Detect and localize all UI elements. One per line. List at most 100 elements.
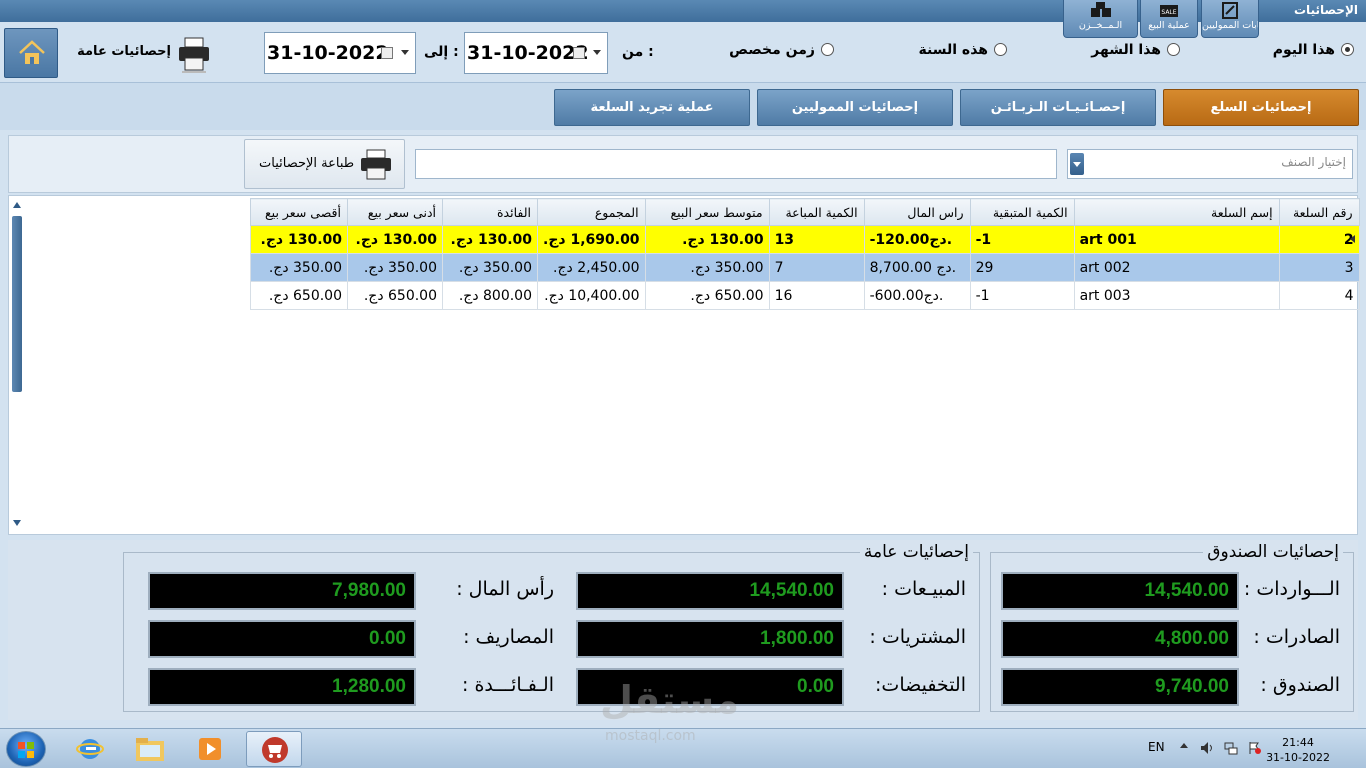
cell-profit: 800.00 دج.: [442, 281, 538, 310]
taskbar-explorer[interactable]: [122, 731, 178, 767]
tab-items-stats[interactable]: إحصائيات السلع: [1163, 89, 1359, 126]
home-icon: [19, 40, 45, 64]
action-center-icon[interactable]: [1248, 741, 1262, 755]
radio-icon: [821, 43, 834, 56]
cell-name: art 003: [1073, 281, 1280, 310]
scroll-thumb[interactable]: [12, 216, 22, 392]
date-from-value: 31-10-2022: [467, 42, 589, 64]
cell-sold: 16: [768, 281, 865, 310]
radio-icon: [994, 43, 1007, 56]
volume-icon[interactable]: [1200, 741, 1214, 755]
general-stats-print-button[interactable]: إحصائيات عامة: [77, 36, 215, 76]
cell-capital: -120.00دج.: [863, 225, 971, 254]
period-today-radio[interactable]: هذا اليوم: [1273, 42, 1354, 60]
cell-remaining: -1: [969, 281, 1075, 310]
purchases-label: المشتريات :: [869, 626, 966, 648]
col-total[interactable]: المجموع: [537, 198, 646, 226]
print-stats-button[interactable]: طباعة الإحصائيات: [244, 139, 405, 189]
home-button[interactable]: [4, 28, 58, 78]
tab-suppliers-stats[interactable]: إحصائيات المموليين: [757, 89, 953, 126]
col-remaining-qty[interactable]: الكمية المتبقية: [969, 198, 1075, 226]
cell-max-price: 350.00 دج.: [250, 253, 348, 282]
ledger-icon: [1218, 2, 1242, 20]
expenses-label: المصاريف :: [463, 626, 554, 648]
col-sold-qty[interactable]: الكمية المباعة: [768, 198, 865, 226]
capital-label: رأس المال :: [456, 578, 554, 600]
col-avg-price[interactable]: متوسط سعر البيع: [644, 198, 770, 226]
category-select[interactable]: إختيار الصنف: [1067, 149, 1353, 179]
clock-date: 31-10-2022: [1266, 751, 1330, 764]
table-row[interactable]: 4 art 003 -1 -600.00دج. 16 650.00 دج. 10…: [250, 281, 1360, 310]
cell-name: art 002: [1073, 253, 1280, 282]
cell-avg-price: 130.00 دج.: [644, 225, 770, 254]
col-max-price[interactable]: أقصى سعر بيع: [250, 198, 348, 226]
cell-capital: -600.00دج.: [863, 281, 971, 310]
print-stats-label: طباعة الإحصائيات: [259, 156, 355, 171]
tab-inventory[interactable]: عملية تجريد السلعة: [554, 89, 750, 126]
watermark: مستقل: [600, 678, 739, 722]
col-min-price[interactable]: أدنى سعر بيع: [347, 198, 443, 226]
media-player-icon: [199, 738, 221, 760]
cell-id: 4: [1278, 281, 1360, 310]
tab-customers-stats[interactable]: إحصـائـيـات الـزبـائـن: [960, 89, 1156, 126]
table-row[interactable]: 2 art 001 -1 -120.00دج. 13 130.00 دج. 1,…: [250, 225, 1360, 254]
svg-text:SALE: SALE: [1161, 9, 1176, 16]
cell-min-price: 350.00 دج.: [347, 253, 443, 282]
cashbox-display: 9,740.00: [1001, 668, 1239, 706]
taskbar-media-player[interactable]: [182, 731, 238, 767]
general-stats-label: إحصائيات عامة: [77, 44, 171, 59]
network-icon[interactable]: [1224, 741, 1238, 755]
from-label: من :: [622, 44, 654, 60]
chevron-down-icon[interactable]: [1070, 153, 1084, 175]
cell-sold: 13: [768, 225, 865, 254]
start-button[interactable]: [6, 731, 46, 767]
purchases-display: 1,800.00: [576, 620, 844, 658]
suppliers-accounts-label: حسابات المموليين: [1202, 20, 1258, 31]
cell-profit: 350.00 دج.: [442, 253, 538, 282]
discounts-label: التخفيضات:: [875, 674, 966, 696]
boxes-icon: [1089, 2, 1113, 20]
table-row[interactable]: 3 art 002 29 8,700.00 دج. 7 350.00 دج. 2…: [250, 253, 1360, 282]
cell-total: 2,450.00 دج.: [537, 253, 646, 282]
cell-avg-price: 650.00 دج.: [644, 281, 770, 310]
date-to-picker[interactable]: 31-10-2022: [264, 32, 416, 74]
col-item-number[interactable]: رقم السلعة: [1278, 198, 1360, 226]
calendar-icon: [381, 47, 393, 59]
col-item-name[interactable]: إسم السلعة: [1073, 198, 1280, 226]
income-label: الـــواردات :: [1243, 578, 1340, 600]
cell-id: 3: [1278, 253, 1360, 282]
search-input[interactable]: [415, 149, 1057, 179]
sale-tag-icon: SALE: [1157, 2, 1181, 20]
tray-expand-icon[interactable]: [1180, 743, 1188, 748]
sales-button[interactable]: SALE عملية البيع: [1140, 0, 1198, 38]
scroll-up-icon[interactable]: [13, 202, 21, 208]
system-clock[interactable]: 21:44 31-10-2022: [1266, 735, 1330, 765]
windows-logo-icon: [18, 742, 34, 758]
col-profit[interactable]: الفائدة: [442, 198, 538, 226]
col-capital[interactable]: راس المال: [863, 198, 971, 226]
chevron-down-icon: [593, 50, 601, 55]
sales-label: عملية البيع: [1148, 20, 1190, 31]
taskbar-ie[interactable]: [62, 731, 118, 767]
period-custom-radio[interactable]: زمن مخصص: [729, 42, 834, 60]
language-indicator[interactable]: EN: [1148, 740, 1165, 754]
period-month-radio[interactable]: هذا الشهر: [1091, 42, 1180, 60]
suppliers-accounts-button[interactable]: حسابات المموليين: [1201, 0, 1259, 38]
clock-time: 21:44: [1282, 736, 1314, 749]
sales-label: المبيـعات :: [881, 578, 966, 600]
calendar-icon: [573, 47, 585, 59]
warehouse-button[interactable]: الـمــخــزن: [1063, 0, 1138, 38]
cell-max-price: 650.00 دج.: [250, 281, 348, 310]
date-from-picker[interactable]: 31-10-2022: [464, 32, 608, 74]
to-label: إلى :: [424, 44, 459, 60]
cell-remaining: 29: [969, 253, 1075, 282]
items-stats-table: رقم السلعة إسم السلعة الكمية المتبقية را…: [250, 198, 1360, 310]
cell-sold: 7: [768, 253, 865, 282]
expense-display: 4,800.00: [1001, 620, 1239, 658]
date-to-value: 31-10-2022: [267, 42, 389, 64]
scroll-down-icon[interactable]: [13, 520, 21, 526]
vertical-scrollbar[interactable]: [10, 198, 24, 532]
taskbar-active-app[interactable]: [246, 731, 302, 767]
period-year-radio[interactable]: هذه السنة: [919, 42, 1007, 60]
cashbox-stats-title: إحصائيات الصندوق: [1203, 542, 1343, 562]
